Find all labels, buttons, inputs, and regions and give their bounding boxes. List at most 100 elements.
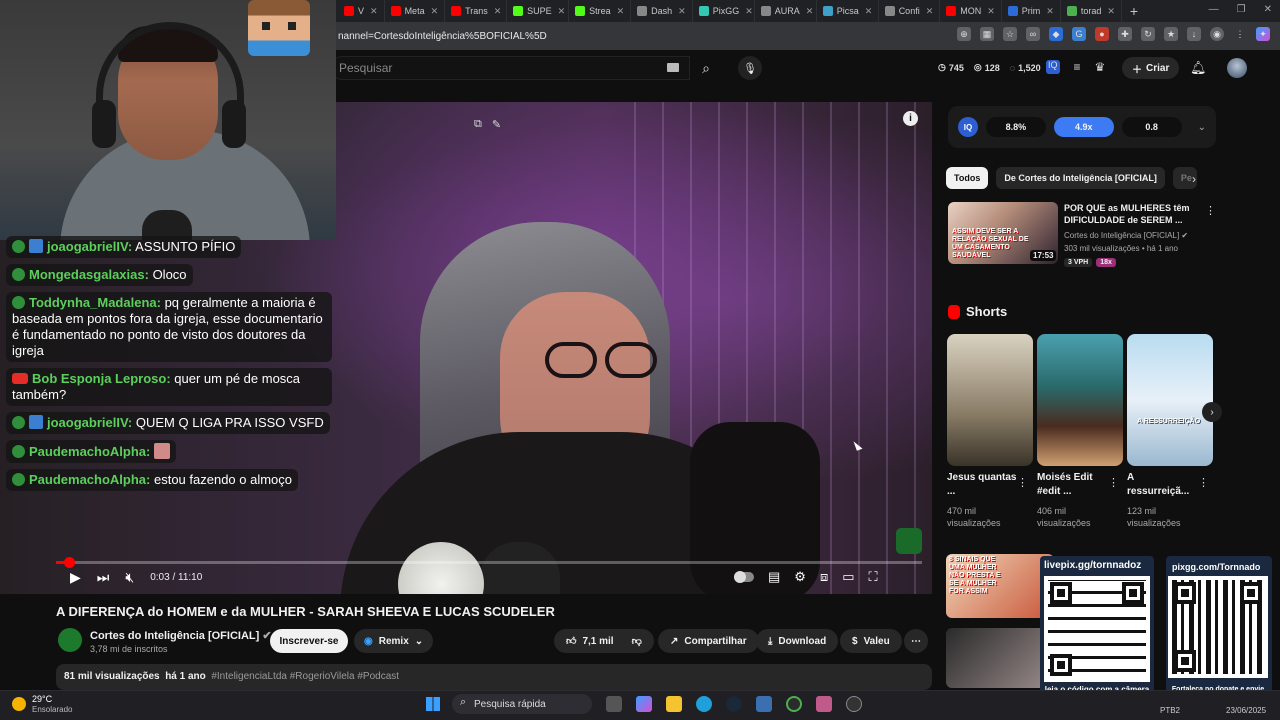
tab-close-icon[interactable]: ✕ [431, 6, 439, 17]
tab-close-icon[interactable]: ✕ [678, 6, 686, 17]
new-tab-icon[interactable]: + [1122, 3, 1146, 19]
edge-icon[interactable] [696, 696, 712, 712]
notifications-bell-icon[interactable]: 🔔︎ [1190, 60, 1207, 76]
browser-tab[interactable]: AURA ✕ [755, 0, 817, 22]
theater-mode-icon[interactable]: ▭ [842, 569, 854, 585]
translate-icon[interactable]: ⊕ [957, 27, 971, 41]
app-icon[interactable] [756, 696, 772, 712]
tab-close-icon[interactable]: ✕ [1046, 6, 1054, 17]
more-actions-button[interactable]: ⋯ [904, 629, 928, 653]
browser-tab[interactable]: Meta ✕ [385, 0, 446, 22]
reload-icon[interactable]: ↻ [1141, 27, 1155, 41]
progress-bar[interactable] [56, 561, 922, 564]
url-text[interactable]: nannel=CortesdoInteligência%5BOFICIAL%5D [338, 31, 547, 42]
minimize-icon[interactable]: — [1209, 4, 1219, 15]
browser-tab[interactable]: V ✕ [338, 0, 385, 22]
short-thumbnail-1[interactable] [947, 334, 1033, 466]
chevron-down-icon[interactable]: ⌄ [415, 636, 423, 647]
browser-tab[interactable]: SUPE ✕ [507, 0, 570, 22]
stat-pill-2[interactable]: 4.9x [1053, 117, 1114, 137]
steam-icon[interactable] [726, 696, 742, 712]
translate-extension-icon[interactable]: G [1072, 27, 1086, 41]
file-explorer-icon[interactable] [666, 696, 682, 712]
short-title-2[interactable]: Moisés Edit #edit ... [1037, 471, 1107, 499]
play-icon[interactable]: ▶ [70, 569, 81, 586]
shorts-next-button[interactable]: › [1202, 402, 1222, 422]
download-icon[interactable]: ↓ [1187, 27, 1201, 41]
keyboard-icon[interactable] [667, 63, 679, 72]
app-icon-2[interactable] [816, 696, 832, 712]
next-icon[interactable]: ⏭︎ [97, 569, 110, 586]
trophy-icon[interactable]: ♛ [1095, 60, 1106, 74]
tab-close-icon[interactable]: ✕ [987, 6, 995, 17]
voice-search-button[interactable]: 🎙 [738, 56, 762, 80]
weather-temp[interactable]: 29°C [32, 694, 52, 704]
recommended-thumbnail-3[interactable] [946, 628, 1054, 688]
short-title-1[interactable]: Jesus quantas ... [947, 471, 1017, 499]
system-tray-label[interactable]: PTB2 [1160, 706, 1180, 715]
iq-icon[interactable]: IQ [1046, 60, 1060, 74]
tab-close-icon[interactable]: ✕ [926, 6, 934, 17]
bookmark-star-icon[interactable]: ☆ [1003, 27, 1017, 41]
channel-name[interactable]: Cortes do Inteligência [OFICIAL] ✔ [90, 629, 272, 642]
share-button[interactable]: ↗ Compartilhar [658, 629, 759, 653]
settings-gear-icon[interactable]: ⚙ [794, 569, 806, 585]
media-player-icon[interactable] [846, 696, 862, 712]
fullscreen-icon[interactable]: ⛶ [869, 569, 878, 585]
search-button[interactable]: ⌕ [690, 56, 722, 80]
stat-pill-3[interactable]: 0.8 [1121, 117, 1182, 137]
tab-close-icon[interactable]: ✕ [558, 6, 566, 17]
bookmarks-icon[interactable]: ★ [1164, 27, 1178, 41]
tab-close-icon[interactable]: ✕ [370, 6, 378, 17]
taskbar-search[interactable]: Pesquisa rápida [452, 694, 592, 714]
record-extension-icon[interactable]: ● [1095, 27, 1109, 41]
tab-close-icon[interactable]: ✕ [865, 6, 873, 17]
browser-tab[interactable]: Trans ✕ [445, 0, 508, 22]
channel-watermark[interactable] [896, 528, 922, 554]
maximize-icon[interactable]: ❐ [1237, 4, 1246, 15]
weather-desc[interactable]: Ensolarado [32, 705, 72, 714]
create-button[interactable]: ＋ Criar [1122, 57, 1180, 79]
download-button[interactable]: ⤓ Download [756, 629, 839, 653]
tab-close-icon[interactable]: ✕ [494, 6, 502, 17]
windows-start-icon[interactable] [426, 697, 440, 711]
more-vertical-icon[interactable]: ⋮ [1017, 476, 1028, 489]
list-icon[interactable]: ≡ [1074, 60, 1081, 74]
user-avatar[interactable] [1227, 58, 1247, 78]
remix-button[interactable]: ◉ Remix ⌄ [354, 629, 434, 653]
progress-scrubber[interactable] [64, 557, 75, 568]
edit-icon[interactable]: ✎ [492, 118, 501, 131]
mute-icon[interactable]: 🔇︎ [125, 569, 134, 586]
menu-dots-icon[interactable]: ⋮ [1233, 27, 1247, 41]
extension-icon[interactable]: ∞ [1026, 27, 1040, 41]
chevron-down-icon[interactable]: ⌄ [1198, 122, 1206, 133]
browser-tab[interactable]: Confi ✕ [879, 0, 941, 22]
obs-icon[interactable] [786, 696, 802, 712]
profile-icon[interactable]: ◉ [1210, 27, 1224, 41]
tab-close-icon[interactable]: ✕ [617, 6, 625, 17]
more-vertical-icon[interactable]: ⋮ [1108, 476, 1119, 489]
tab-close-icon[interactable]: ✕ [1107, 6, 1115, 17]
recommended-channel[interactable]: Cortes do Inteligência [OFICIAL] ✔ [1064, 231, 1188, 240]
chip-channel[interactable]: De Cortes do Inteligência [OFICIAL] [996, 167, 1165, 189]
browser-tab[interactable]: Strea ✕ [569, 0, 632, 22]
task-view-icon[interactable] [606, 696, 622, 712]
tab-close-icon[interactable]: ✕ [745, 6, 753, 17]
close-window-icon[interactable]: ✕ [1264, 4, 1272, 15]
stat-pill-1[interactable]: 8.8% [985, 117, 1046, 137]
search-input[interactable]: Pesquisar [330, 56, 690, 80]
info-icon[interactable]: i [903, 111, 918, 126]
description-box[interactable]: 81 mil visualizações há 1 ano #Inteligen… [56, 664, 932, 690]
chip-all[interactable]: Todos [946, 167, 989, 189]
recommended-thumbnail-2[interactable]: 8 SINAIS QUE UMA MULHER NÃO PRESTA E SE … [946, 554, 1054, 618]
subtitles-icon[interactable]: ▤ [768, 569, 780, 585]
shield-icon[interactable]: ◆ [1049, 27, 1063, 41]
recommended-title[interactable]: POR QUE as MULHERES têm DIFICULDADE de S… [1064, 202, 1204, 226]
apps-icon[interactable]: ▦ [980, 27, 994, 41]
chevron-right-icon[interactable]: › [1192, 172, 1196, 186]
browser-tab[interactable]: PixGG ✕ [693, 0, 755, 22]
miniplayer-button-icon[interactable]: ⧈ [820, 569, 828, 585]
copilot-app-icon[interactable] [636, 696, 652, 712]
miniplayer-icon[interactable]: ⧉ [474, 118, 482, 131]
tab-close-icon[interactable]: ✕ [806, 6, 814, 17]
